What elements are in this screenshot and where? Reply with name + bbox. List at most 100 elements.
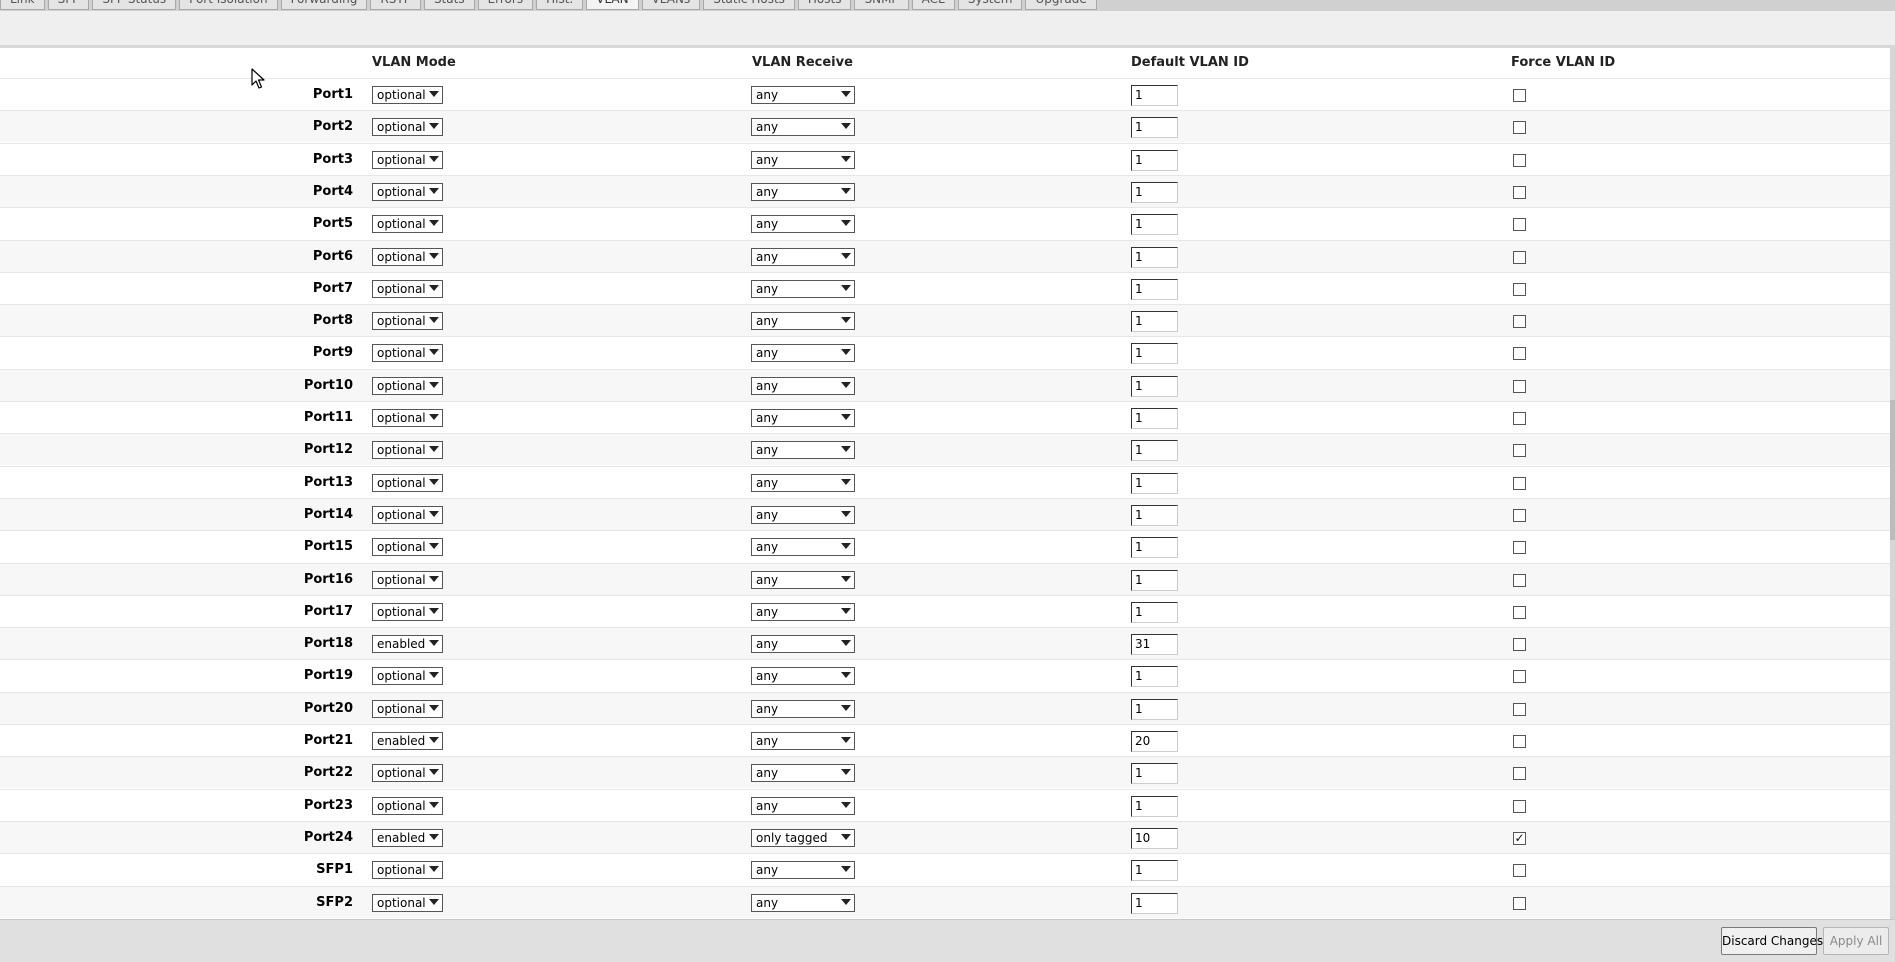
default-vlan-id-input[interactable]: 1 bbox=[1131, 311, 1178, 333]
default-vlan-id-input[interactable]: 1 bbox=[1131, 149, 1178, 171]
tab-upgrade[interactable]: Upgrade bbox=[1025, 0, 1097, 10]
default-vlan-id-input[interactable]: 1 bbox=[1131, 181, 1178, 203]
tab-vlans[interactable]: VLANs bbox=[641, 0, 701, 10]
force-vlan-id-checkbox[interactable] bbox=[1513, 735, 1526, 748]
vlan-mode-select[interactable]: enabled bbox=[372, 635, 443, 654]
vlan-mode-select[interactable]: optional bbox=[372, 667, 443, 686]
tab-forwarding[interactable]: Forwarding bbox=[280, 0, 368, 10]
default-vlan-id-input[interactable]: 1 bbox=[1131, 763, 1178, 785]
vlan-mode-select[interactable]: optional bbox=[372, 602, 443, 621]
vlan-receive-select[interactable]: any bbox=[751, 118, 855, 137]
force-vlan-id-checkbox[interactable] bbox=[1513, 508, 1526, 522]
default-vlan-id-input[interactable]: 1 bbox=[1131, 601, 1178, 623]
vlan-mode-select[interactable]: optional bbox=[372, 473, 443, 492]
vlan-mode-select[interactable]: optional bbox=[372, 538, 443, 557]
force-vlan-id-checkbox[interactable] bbox=[1513, 153, 1526, 167]
vlan-mode-select[interactable]: optional bbox=[372, 344, 443, 363]
default-vlan-id-input[interactable]: 1 bbox=[1131, 569, 1178, 591]
tab-vlan[interactable]: VLAN bbox=[586, 0, 639, 10]
default-vlan-id-input[interactable]: 1 bbox=[1131, 666, 1178, 688]
vlan-mode-select[interactable]: optional bbox=[372, 312, 443, 331]
apply-all-button[interactable]: Apply All bbox=[1823, 927, 1889, 955]
vlan-receive-select[interactable]: any bbox=[751, 861, 855, 880]
force-vlan-id-checkbox[interactable] bbox=[1513, 605, 1526, 619]
tab-snmp[interactable]: SNMP bbox=[854, 0, 909, 10]
tab-errors[interactable]: Errors bbox=[477, 0, 534, 10]
vlan-receive-select[interactable]: any bbox=[751, 732, 855, 750]
default-vlan-id-input[interactable]: 1 bbox=[1131, 504, 1178, 526]
force-vlan-id-checkbox[interactable] bbox=[1513, 476, 1526, 490]
vlan-mode-select[interactable]: optional bbox=[372, 796, 443, 815]
vlan-receive-select[interactable]: any bbox=[751, 893, 855, 912]
vlan-mode-select[interactable]: optional bbox=[372, 861, 443, 880]
vlan-mode-select[interactable]: optional bbox=[372, 893, 443, 912]
default-vlan-id-input[interactable]: 1 bbox=[1131, 860, 1178, 882]
force-vlan-id-checkbox[interactable] bbox=[1513, 799, 1526, 813]
vlan-receive-select[interactable]: any bbox=[751, 667, 855, 686]
vlan-mode-select[interactable]: enabled bbox=[372, 732, 443, 750]
force-vlan-id-checkbox[interactable] bbox=[1513, 315, 1526, 329]
tab-static-hosts[interactable]: Static Hosts bbox=[703, 0, 795, 10]
force-vlan-id-checkbox[interactable] bbox=[1513, 767, 1526, 781]
force-vlan-id-checkbox[interactable] bbox=[1513, 379, 1526, 393]
vlan-mode-select[interactable]: optional bbox=[372, 505, 443, 524]
vlan-mode-select[interactable]: optional bbox=[372, 699, 443, 718]
force-vlan-id-checkbox[interactable] bbox=[1513, 89, 1526, 102]
default-vlan-id-input[interactable]: 1 bbox=[1131, 537, 1178, 559]
vlan-mode-select[interactable]: optional bbox=[372, 215, 443, 234]
vlan-receive-select[interactable]: any bbox=[751, 505, 855, 524]
vlan-receive-select[interactable]: any bbox=[751, 602, 855, 621]
tab-hist[interactable]: Hist. bbox=[536, 0, 584, 10]
default-vlan-id-input[interactable]: 1 bbox=[1131, 892, 1178, 914]
vlan-mode-select[interactable]: enabled bbox=[372, 828, 443, 847]
default-vlan-id-input[interactable]: 1 bbox=[1131, 375, 1178, 397]
vlan-receive-select[interactable]: any bbox=[751, 86, 855, 104]
vlan-receive-select[interactable]: any bbox=[751, 538, 855, 557]
default-vlan-id-input[interactable]: 1 bbox=[1131, 472, 1178, 494]
force-vlan-id-checkbox[interactable] bbox=[1513, 412, 1526, 425]
vlan-mode-select[interactable]: optional bbox=[372, 182, 443, 201]
tab-sfp-status[interactable]: SFP Status bbox=[92, 0, 177, 10]
force-vlan-id-checkbox[interactable] bbox=[1513, 347, 1526, 361]
vlan-receive-select[interactable]: any bbox=[751, 279, 855, 298]
default-vlan-id-input[interactable]: 10 bbox=[1131, 827, 1178, 849]
default-vlan-id-input[interactable]: 1 bbox=[1131, 343, 1178, 365]
default-vlan-id-input[interactable]: 1 bbox=[1131, 278, 1178, 300]
vlan-receive-select[interactable]: any bbox=[751, 764, 855, 783]
tab-sfp[interactable]: SFP bbox=[47, 0, 90, 10]
vlan-mode-select[interactable]: optional bbox=[372, 86, 443, 104]
force-vlan-id-checkbox[interactable]: ✓ bbox=[1513, 831, 1526, 845]
vlan-mode-select[interactable]: optional bbox=[372, 376, 443, 395]
discard-changes-button[interactable]: Discard Changes bbox=[1721, 927, 1823, 955]
tab-hosts[interactable]: Hosts bbox=[797, 0, 852, 10]
force-vlan-id-checkbox[interactable] bbox=[1513, 896, 1526, 910]
force-vlan-id-checkbox[interactable] bbox=[1513, 218, 1526, 232]
tab-port-isolation[interactable]: Port Isolation bbox=[179, 0, 278, 10]
vlan-mode-select[interactable]: optional bbox=[372, 441, 443, 460]
scrollbar-thumb[interactable] bbox=[1890, 400, 1895, 540]
tab-system[interactable]: System bbox=[957, 0, 1023, 10]
force-vlan-id-checkbox[interactable] bbox=[1513, 121, 1526, 135]
default-vlan-id-input[interactable]: 31 bbox=[1131, 634, 1178, 656]
force-vlan-id-checkbox[interactable] bbox=[1513, 702, 1526, 716]
vlan-receive-select[interactable]: any bbox=[751, 441, 855, 460]
vlan-receive-select[interactable]: only tagged bbox=[751, 828, 855, 847]
default-vlan-id-input[interactable]: 1 bbox=[1131, 408, 1178, 429]
force-vlan-id-checkbox[interactable] bbox=[1513, 638, 1526, 652]
force-vlan-id-checkbox[interactable] bbox=[1513, 444, 1526, 458]
tab-link[interactable]: Link bbox=[0, 0, 45, 10]
vlan-mode-select[interactable]: optional bbox=[372, 764, 443, 783]
default-vlan-id-input[interactable]: 1 bbox=[1131, 440, 1178, 462]
tab-rstp[interactable]: RSTP bbox=[370, 0, 421, 10]
force-vlan-id-checkbox[interactable] bbox=[1513, 282, 1526, 296]
vlan-receive-select[interactable]: any bbox=[751, 150, 855, 169]
vlan-receive-select[interactable]: any bbox=[751, 473, 855, 492]
force-vlan-id-checkbox[interactable] bbox=[1513, 185, 1526, 199]
vlan-receive-select[interactable]: any bbox=[751, 215, 855, 234]
vlan-mode-select[interactable]: optional bbox=[372, 409, 443, 427]
vlan-receive-select[interactable]: any bbox=[751, 182, 855, 201]
vlan-receive-select[interactable]: any bbox=[751, 247, 855, 266]
vlan-receive-select[interactable]: any bbox=[751, 796, 855, 815]
vlan-receive-select[interactable]: any bbox=[751, 635, 855, 654]
vlan-mode-select[interactable]: optional bbox=[372, 570, 443, 589]
